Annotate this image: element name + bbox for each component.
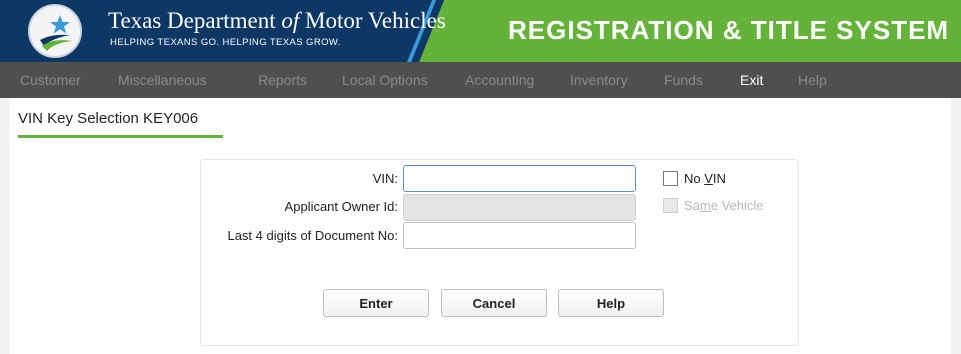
document-no-label: Last 4 digits of Document No: xyxy=(227,228,398,243)
menu-item-help[interactable]: Help xyxy=(798,72,827,88)
document-no-input[interactable] xyxy=(403,222,636,249)
menu-item-miscellaneous[interactable]: Miscellaneous xyxy=(118,72,207,88)
txdmv-logo-icon xyxy=(28,4,82,58)
no-vin-label[interactable]: No VIN xyxy=(684,171,726,186)
menu-item-customer[interactable]: Customer xyxy=(20,72,81,88)
cancel-button[interactable]: Cancel xyxy=(441,289,547,317)
brand-tagline: HELPING TEXANS GO. HELPING TEXAS GROW. xyxy=(110,37,341,48)
vin-label: VIN: xyxy=(372,171,398,186)
same-vehicle-label: Same Vehicle xyxy=(684,198,764,213)
main-menu-bar: Customer Miscellaneous Reports Local Opt… xyxy=(0,62,961,98)
page-title-underline xyxy=(18,135,223,138)
help-button[interactable]: Help xyxy=(558,289,664,317)
page-title: VIN Key Selection KEY006 xyxy=(18,110,199,127)
applicant-owner-id-input[interactable] xyxy=(403,194,636,221)
menu-item-exit[interactable]: Exit xyxy=(740,72,763,88)
system-title: REGISTRATION & TITLE SYSTEM xyxy=(508,15,950,45)
menu-item-inventory[interactable]: Inventory xyxy=(570,72,628,88)
applicant-owner-id-label: Applicant Owner Id: xyxy=(284,199,398,214)
app-header: Texas Department of Motor Vehicles HELPI… xyxy=(0,0,961,62)
page-content: VIN Key Selection KEY006 VIN: Applicant … xyxy=(10,98,951,354)
brand-title: Texas Department of Motor Vehicles xyxy=(108,8,446,33)
menu-item-reports[interactable]: Reports xyxy=(258,72,307,88)
same-vehicle-checkbox[interactable] xyxy=(663,198,678,213)
enter-button[interactable]: Enter xyxy=(323,289,429,317)
vin-key-form-panel: VIN: Applicant Owner Id: Last 4 digits o… xyxy=(200,159,799,346)
menu-item-accounting[interactable]: Accounting xyxy=(465,72,534,88)
no-vin-checkbox[interactable] xyxy=(663,171,678,186)
menu-item-funds[interactable]: Funds xyxy=(664,72,703,88)
vin-input[interactable] xyxy=(403,165,636,192)
menu-item-local-options[interactable]: Local Options xyxy=(342,72,428,88)
